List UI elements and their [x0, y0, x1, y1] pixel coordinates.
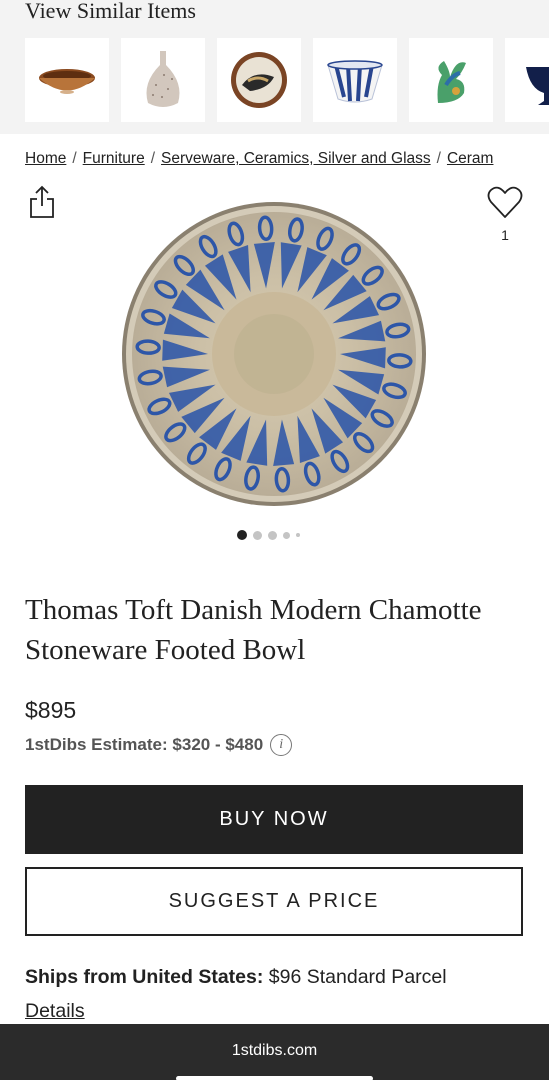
blue-white-bowl-thumbnail	[327, 60, 383, 103]
carousel-dot[interactable]	[283, 531, 290, 539]
breadcrumb-separator: /	[72, 150, 77, 167]
shipping-details-link[interactable]: Details	[25, 1000, 85, 1023]
heart-icon	[487, 186, 523, 218]
breadcrumb-furniture[interactable]: Furniture	[83, 150, 145, 167]
breadcrumb-home[interactable]: Home	[25, 150, 66, 167]
share-icon	[30, 185, 54, 218]
breadcrumb-serveware[interactable]: Serveware, Ceramics, Silver and Glass	[161, 150, 431, 167]
carousel-dot[interactable]	[268, 530, 277, 540]
favorite-button[interactable]	[486, 184, 524, 220]
decorative-plate-thumbnail	[231, 52, 287, 108]
browser-url[interactable]: 1stdibs.com	[0, 1042, 549, 1060]
shipping-info: Ships from United States: $96 Standard P…	[25, 966, 447, 989]
product-bowl-image	[122, 202, 426, 506]
breadcrumb: Home / Furniture / Serveware, Ceramics, Silv…	[25, 150, 535, 168]
similar-items-section: View Similar Items	[0, 0, 549, 134]
info-icon[interactable]: i	[270, 734, 293, 756]
speckled-vase-thumbnail	[146, 51, 180, 107]
shipping-label: Ships from United States:	[25, 966, 264, 988]
share-button[interactable]	[28, 184, 56, 220]
breadcrumb-ceramics[interactable]: Ceram	[447, 150, 494, 167]
breadcrumb-separator: /	[150, 150, 156, 167]
shipping-value: $96 Standard Parcel	[268, 966, 447, 988]
product-price: $895	[25, 697, 77, 723]
navy-footed-bowl-thumbnail	[526, 67, 549, 105]
similar-item-1[interactable]	[25, 38, 109, 122]
similar-items-carousel[interactable]	[25, 38, 549, 122]
green-sculpture-thumbnail	[437, 61, 466, 103]
buy-now-button[interactable]: BUY NOW	[25, 785, 523, 854]
home-indicator	[176, 1076, 373, 1080]
estimate-label: 1stDibs Estimate:	[25, 735, 168, 754]
suggest-price-button[interactable]: SUGGEST A PRICE	[25, 867, 523, 936]
similar-item-6[interactable]	[505, 38, 549, 122]
similar-item-4[interactable]	[313, 38, 397, 122]
image-carousel-dots[interactable]	[237, 530, 300, 540]
similar-item-2[interactable]	[121, 38, 205, 122]
similar-items-title: View Similar Items	[25, 0, 196, 23]
product-title: Thomas Toft Danish Modern Chamotte Stone…	[25, 594, 482, 666]
price-estimate: 1stDibs Estimate: $320 - $480 i	[25, 734, 293, 756]
product-image[interactable]	[120, 200, 428, 508]
breadcrumb-separator: /	[436, 150, 441, 167]
carousel-dot[interactable]	[253, 530, 262, 540]
carousel-dot[interactable]	[237, 530, 247, 540]
similar-item-5[interactable]	[409, 38, 493, 122]
carousel-dot[interactable]	[296, 533, 300, 537]
browser-bottom-bar: 1stdibs.com	[0, 1024, 549, 1080]
brown-bowl-thumbnail	[39, 69, 95, 94]
estimate-value: $320 - $480	[172, 735, 264, 754]
favorite-count: 1	[501, 227, 509, 243]
similar-item-3[interactable]	[217, 38, 301, 122]
